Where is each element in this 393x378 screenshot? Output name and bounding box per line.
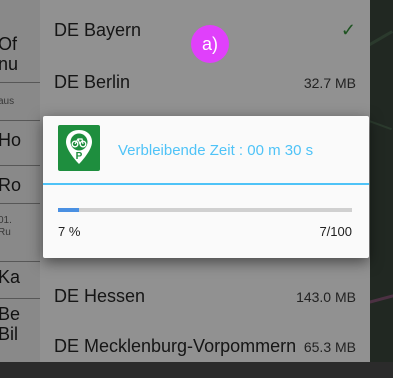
dialog-divider: [43, 183, 369, 185]
svg-text:P: P: [76, 151, 83, 162]
download-progress-dialog: P Verbleibende Zeit : 00 m 30 s 7 % 7/10…: [43, 116, 369, 258]
dialog-title: Verbleibende Zeit : 00 m 30 s: [118, 142, 314, 159]
progress-bar: [58, 208, 352, 212]
progress-count: 7/100: [319, 224, 352, 239]
bike-parking-icon: P: [58, 125, 100, 171]
progress-fill: [58, 208, 79, 212]
annotation-badge: a): [191, 25, 229, 63]
progress-percent: 7 %: [58, 224, 81, 239]
